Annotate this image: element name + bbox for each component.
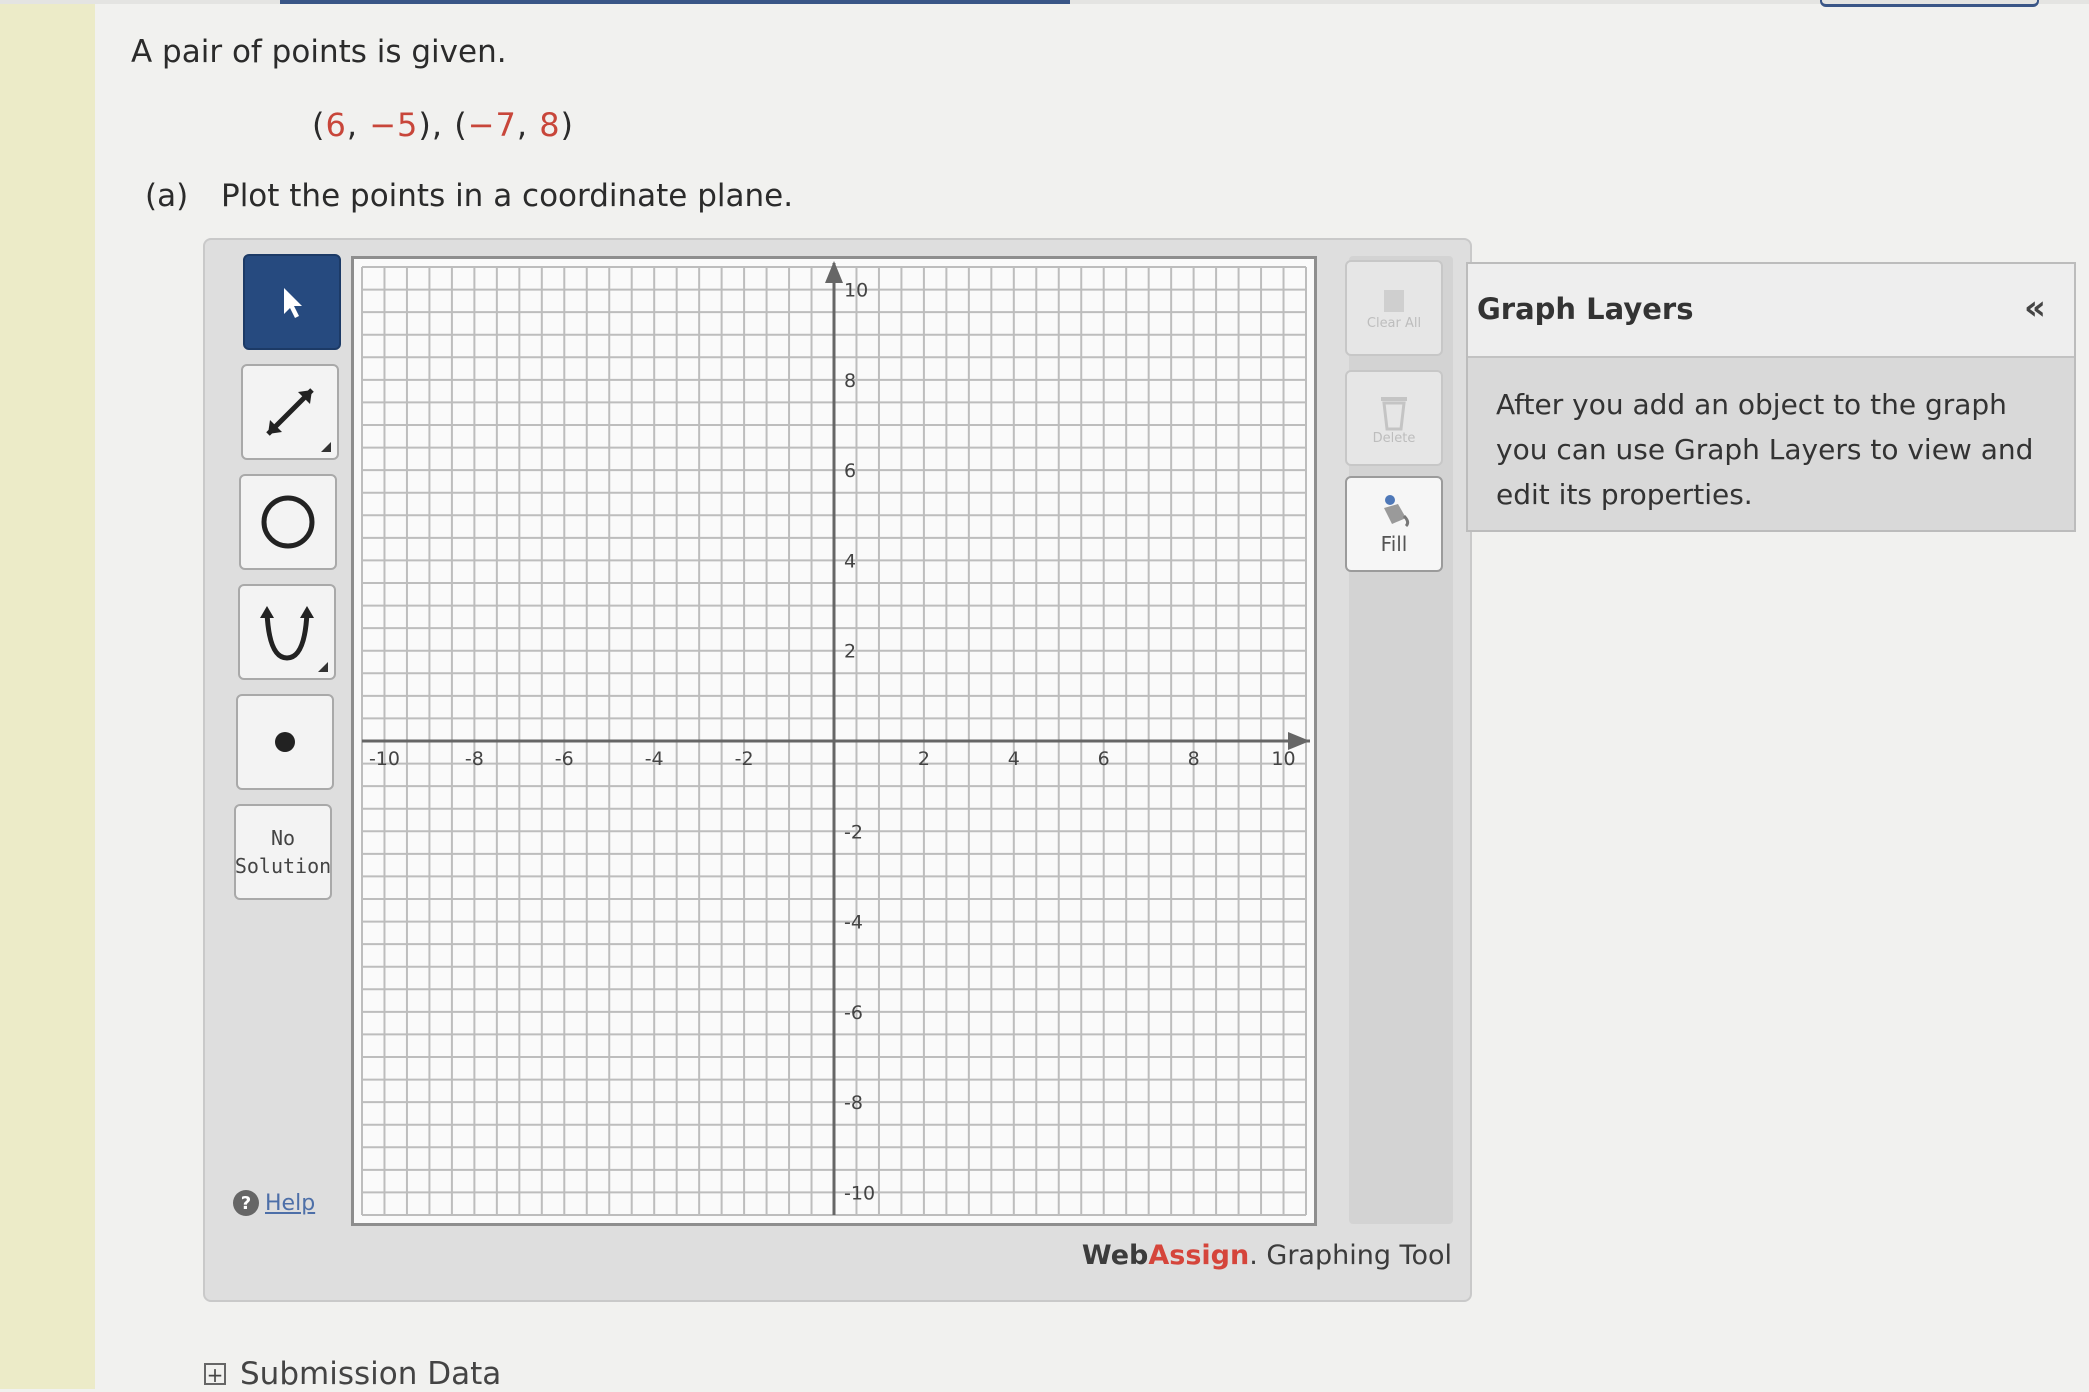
graph-canvas[interactable]: -10 -8 -6 -4 -2 2 4 6 8 10 10 8 6 4 2 -2 -4 -6 -8 -10 <box>354 259 1314 1223</box>
help-icon: ? <box>233 1190 259 1216</box>
given-points: (6, −5), (−7, 8) <box>312 106 574 144</box>
brand-assign: Assign <box>1148 1240 1250 1271</box>
clear-all-label: Clear All <box>1366 315 1422 331</box>
y-tick-label: 2 <box>844 641 856 663</box>
fill-button[interactable]: Fill <box>1345 476 1443 572</box>
point2-y: 8 <box>539 106 561 144</box>
line-tool-button[interactable] <box>241 364 339 460</box>
point-tool-button[interactable] <box>236 694 334 790</box>
submission-data-toggle[interactable]: + Submission Data <box>204 1356 501 1392</box>
no-solution-label-line2: Solution <box>234 854 332 878</box>
x-tick-label: -6 <box>555 748 574 770</box>
delete-label: Delete <box>1372 430 1416 446</box>
x-tick-label: -10 <box>369 748 400 770</box>
point-comma: , <box>346 106 370 144</box>
trash-icon <box>1381 396 1407 430</box>
part-label: (a) <box>145 178 189 214</box>
point-paren: ( <box>312 106 326 144</box>
paint-bucket-icon <box>1384 495 1410 528</box>
line-arrow-icon <box>266 388 314 436</box>
no-solution-label-line1: No <box>270 826 296 850</box>
submenu-corner-icon <box>318 662 328 672</box>
delete-button[interactable]: Delete <box>1345 370 1443 466</box>
collapse-double-chevron-icon[interactable]: « <box>2024 288 2046 328</box>
clear-all-icon <box>1384 289 1404 312</box>
x-tick-label: 10 <box>1271 748 1295 770</box>
circle-tool-button[interactable] <box>239 474 337 570</box>
y-tick-label: -6 <box>844 1002 863 1024</box>
expand-plus-icon: + <box>204 1363 226 1385</box>
question-prompt: A pair of points is given. <box>131 34 507 70</box>
x-tick-label: 4 <box>1008 748 1020 770</box>
brand-suffix: . Graphing Tool <box>1249 1240 1452 1271</box>
brand-web: Web <box>1081 1240 1149 1271</box>
top-nav-tab[interactable] <box>1820 0 2039 7</box>
point-paren: ) <box>560 106 575 144</box>
webassign-branding: WebAssign. Graphing Tool <box>1082 1240 1452 1271</box>
y-tick-label: -4 <box>844 912 863 934</box>
x-tick-label: -4 <box>645 748 664 770</box>
x-tick-label: -2 <box>735 748 754 770</box>
cursor-arrow-icon <box>284 288 302 318</box>
point1-x: 6 <box>325 106 347 144</box>
coordinate-plane[interactable]: -10 -8 -6 -4 -2 2 4 6 8 10 10 8 6 4 2 -2 -4 -6 -8 -10 <box>351 256 1317 1226</box>
graph-layers-panel: Graph Layers « After you add an object t… <box>1466 262 2076 532</box>
y-tick-label: -10 <box>844 1182 875 1204</box>
x-tick-label: 8 <box>1188 748 1200 770</box>
graph-layers-info: After you add an object to the graph you… <box>1496 388 2034 511</box>
page-left-margin <box>0 0 95 1389</box>
point-dot-icon <box>275 732 295 752</box>
point1-y: −5 <box>369 106 419 144</box>
parabola-tool-button[interactable] <box>238 584 336 680</box>
y-tick-label: -2 <box>844 821 863 843</box>
part-instruction: Plot the points in a coordinate plane. <box>221 178 794 214</box>
y-axis-arrow-icon <box>825 261 843 283</box>
x-tick-label: 6 <box>1098 748 1110 770</box>
y-tick-label: 10 <box>844 280 868 302</box>
graph-layers-header: Graph Layers « <box>1468 264 2074 358</box>
top-nav-accent <box>280 0 1070 4</box>
y-tick-label: 6 <box>844 460 856 482</box>
submenu-corner-icon <box>321 442 331 452</box>
help-label: Help <box>265 1190 316 1216</box>
no-solution-button[interactable]: No Solution <box>234 804 332 900</box>
y-tick-label: 4 <box>844 550 856 572</box>
parabola-icon <box>260 606 314 661</box>
circle-icon <box>261 495 315 549</box>
clear-all-button[interactable]: Clear All <box>1345 260 1443 356</box>
graph-layers-title: Graph Layers <box>1477 292 1694 326</box>
graphing-tool-panel: No Solution ? Help -10 -8 -6 -4 -2 2 4 6 8 10 10 8 6… <box>203 238 1472 1302</box>
point-separator: ), ( <box>418 106 468 144</box>
y-tick-label: -8 <box>844 1092 863 1114</box>
y-tick-label: 8 <box>844 370 856 392</box>
fill-label: Fill <box>1380 532 1408 556</box>
pointer-tool-button[interactable] <box>243 254 341 350</box>
help-link[interactable]: ? Help <box>233 1190 315 1216</box>
submission-data-label: Submission Data <box>240 1356 502 1392</box>
x-tick-label: -8 <box>465 748 484 770</box>
point2-x: −7 <box>467 106 517 144</box>
x-tick-label: 2 <box>918 748 930 770</box>
point-comma: , <box>516 106 540 144</box>
